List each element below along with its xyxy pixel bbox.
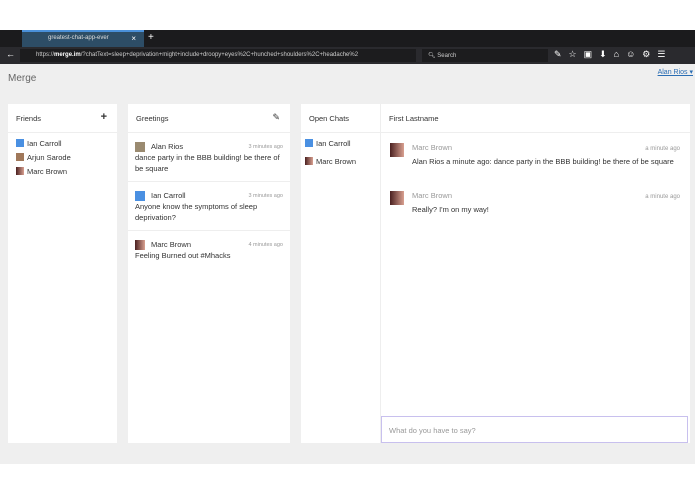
greeting-author: Alan Rios	[151, 142, 184, 151]
avatar	[305, 139, 313, 147]
greetings-header: Greetings ✎	[128, 104, 290, 133]
friends-title: Friends	[16, 114, 42, 123]
greeting-time: 3 minutes ago	[248, 193, 283, 199]
brand-title: Merge	[8, 73, 37, 84]
tab-title: greatest-chat-app-ever	[48, 35, 109, 41]
open-chats-header: Open Chats	[301, 104, 380, 133]
open-chat-name: Ian Carroll	[316, 138, 351, 148]
friend-item[interactable]: Ian Carroll	[8, 136, 117, 150]
message-author: Marc Brown	[412, 191, 453, 200]
friends-header: Friends +	[8, 104, 117, 133]
open-chat-name: Marc Brown	[316, 156, 357, 166]
greeting-time: 4 minutes ago	[248, 242, 283, 248]
tab-bar: greatest-chat-app-ever × +	[0, 30, 695, 47]
message-input[interactable]: What do you have to say?	[381, 416, 688, 443]
open-chat-item[interactable]: Ian Carroll	[301, 136, 380, 150]
avatar	[16, 167, 24, 175]
user-menu[interactable]: Alan Rios ▾	[658, 68, 693, 76]
message-text: Alan Rios a minute ago: dance party in t…	[412, 157, 674, 166]
avatar	[390, 143, 404, 157]
greetings-panel: Greetings ✎ Alan Rios 3 minutes ago dance p…	[128, 104, 290, 443]
chat-message: Marc Brown a minute ago Really? I'm on my …	[381, 191, 690, 235]
message-placeholder: What do you have to say?	[389, 426, 476, 435]
new-tab-button[interactable]: +	[148, 32, 154, 43]
greetings-title: Greetings	[136, 114, 169, 123]
url-rest: /?chatText=sleep+deprivation+might+inclu…	[80, 52, 359, 58]
message-time: a minute ago	[645, 146, 680, 152]
open-chats-panel: Open Chats Ian Carroll Marc Brown	[301, 104, 381, 443]
compose-icon[interactable]: ✎	[272, 112, 280, 123]
chat-message: Marc Brown a minute ago Alan Rios a minute…	[381, 143, 690, 187]
greeting-item[interactable]: Marc Brown 4 minutes ago Feeling Burned ou…	[128, 231, 290, 268]
friend-item[interactable]: Marc Brown	[8, 164, 117, 178]
search-input[interactable]: 🔍︎ Search	[422, 49, 548, 62]
message-text: Really? I'm on my way!	[412, 205, 489, 214]
greeting-time: 3 minutes ago	[248, 144, 283, 150]
url-prefix: https://	[36, 52, 55, 58]
avatar	[135, 190, 145, 201]
avatar	[135, 239, 145, 250]
greeting-item[interactable]: Ian Carroll 3 minutes ago Anyone know the …	[128, 182, 290, 231]
add-friend-button[interactable]: +	[101, 111, 107, 123]
avatar	[16, 153, 24, 161]
open-chat-item[interactable]: Marc Brown	[301, 154, 380, 168]
chat-title: First Lastname	[389, 114, 439, 123]
back-arrow-icon[interactable]: ←	[6, 49, 15, 59]
greeting-text: dance party in the BBB building! be ther…	[135, 153, 280, 173]
friend-name: Marc Brown	[27, 166, 68, 176]
chat-header: First Lastname	[381, 104, 690, 133]
url-bar[interactable]: https://merge.im/?chatText=sleep+depriva…	[20, 49, 416, 62]
avatar	[390, 191, 404, 205]
message-time: a minute ago	[645, 194, 680, 200]
greeting-text: Anyone know the symptoms of sleep depriv…	[135, 202, 258, 222]
close-tab-icon[interactable]: ×	[131, 34, 136, 43]
message-author: Marc Brown	[412, 143, 453, 152]
app-page: Merge Alan Rios ▾ Friends + Ian Carroll A…	[0, 64, 695, 464]
search-placeholder: Search	[437, 53, 457, 59]
friends-panel: Friends + Ian Carroll Arjun Sarode Marc B…	[8, 104, 117, 443]
url-host: merge.im	[54, 52, 81, 58]
avatar	[135, 141, 145, 152]
avatar	[305, 157, 313, 165]
greeting-text: Feeling Burned out #Mhacks	[135, 251, 231, 260]
greeting-item[interactable]: Alan Rios 3 minutes ago dance party in the…	[128, 133, 290, 182]
nav-bar: ← https://merge.im/?chatText=sleep+depri…	[0, 47, 695, 64]
chat-panel: First Lastname Marc Brown a minute ago Ala…	[381, 104, 690, 443]
greeting-author: Marc Brown	[151, 240, 192, 249]
open-chats-title: Open Chats	[309, 114, 350, 123]
greeting-author: Ian Carroll	[151, 191, 186, 200]
toolbar-icons[interactable]: ✎☆▣⬇⌂☺⚙☰	[554, 49, 672, 60]
avatar	[16, 139, 24, 147]
friend-item[interactable]: Arjun Sarode	[8, 150, 117, 164]
friend-name: Ian Carroll	[27, 138, 62, 148]
friend-name: Arjun Sarode	[27, 152, 71, 162]
browser-tab[interactable]: greatest-chat-app-ever ×	[22, 30, 144, 47]
